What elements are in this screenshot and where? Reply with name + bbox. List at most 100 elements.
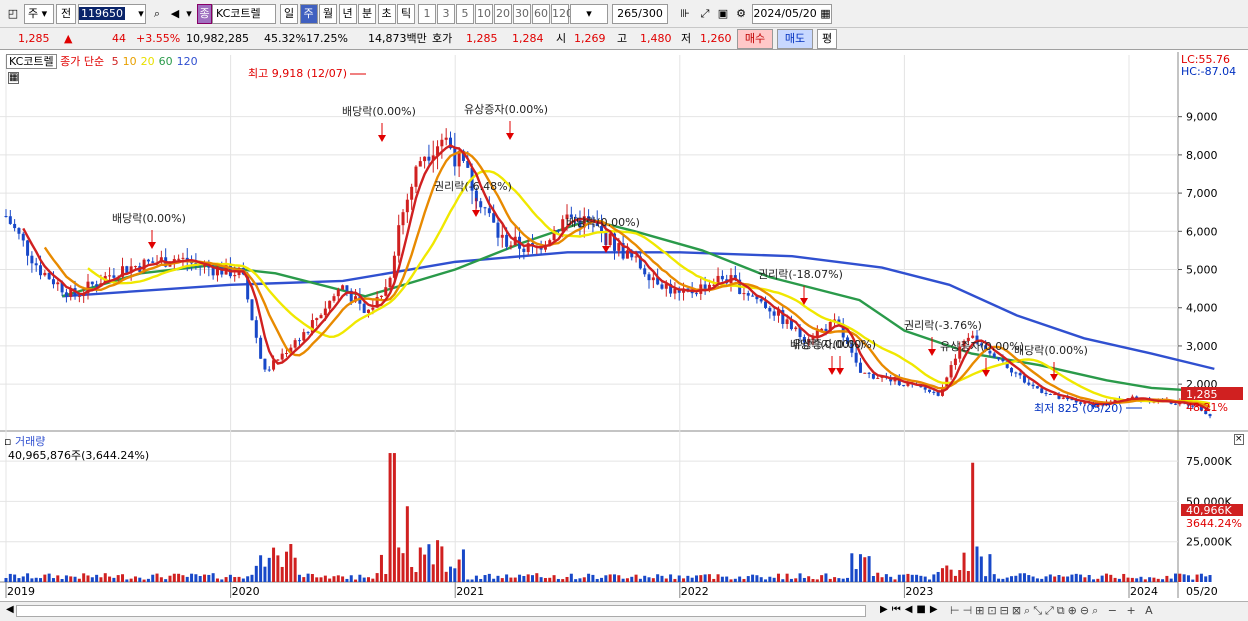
volume-bar (902, 574, 906, 582)
volume-bar (362, 577, 366, 582)
volume-bar (958, 570, 962, 582)
interval-button-2[interactable]: 5 (456, 4, 474, 24)
candle-body (1040, 388, 1044, 393)
scrollbar[interactable] (16, 605, 866, 617)
candle-body (453, 148, 457, 167)
interval-button-1[interactable]: 3 (437, 4, 455, 24)
candle-body (263, 358, 267, 370)
period-button-3[interactable]: 년 (338, 4, 357, 24)
period-input[interactable]: ▾ (570, 4, 608, 24)
volume-bar (889, 576, 893, 582)
volume-bar (280, 566, 284, 582)
volume-bar (846, 577, 850, 582)
volume-bar (828, 578, 832, 582)
volume-bar (552, 575, 556, 582)
up-arrow-icon: ▲ (64, 32, 73, 45)
volume-bar (39, 578, 43, 582)
candle-body (64, 292, 68, 297)
volume-bar (1061, 576, 1065, 582)
volume-bar (436, 540, 440, 582)
interval-button-7[interactable]: 120 (551, 4, 573, 24)
candle-body (56, 282, 60, 285)
eval-button[interactable]: 평 (817, 29, 837, 49)
volume-bar (1152, 577, 1156, 582)
tool-icons[interactable]: ⊢⊣⊞⊡⊟⊠⌕⤡⤢⧉⊕⊖⌕ − + A (950, 604, 1156, 618)
volume-bar (751, 574, 755, 582)
calendar-icon[interactable]: ▦ (8, 72, 20, 84)
candle-body (867, 372, 871, 374)
volume-bar (453, 568, 457, 582)
candle-body (276, 359, 280, 361)
period-button-2[interactable]: 월 (319, 4, 337, 24)
change-pct: +3.55% (136, 32, 181, 45)
dropdown-icon[interactable]: ▾ (180, 4, 198, 24)
volume-bar (285, 551, 289, 582)
period-button-4[interactable]: 분 (358, 4, 376, 24)
playback-controls[interactable]: ▶⏮◀■▶ (880, 604, 942, 615)
volume-bar (604, 575, 608, 582)
volume-bar (233, 577, 237, 582)
close-panel-icon[interactable]: × (1234, 434, 1244, 445)
candle-body (181, 257, 185, 259)
volume-bar (587, 573, 591, 582)
candle-body (505, 234, 509, 247)
volume-bar (673, 578, 677, 582)
volume-bar (530, 575, 534, 582)
stock-name[interactable]: KC코트렐 (212, 4, 276, 24)
candle-body (388, 277, 392, 288)
volume-bar (772, 577, 776, 582)
period-button-0[interactable]: 일 (280, 4, 298, 24)
volume-bar (543, 578, 547, 582)
candle-body (751, 295, 755, 297)
date-input[interactable]: 2024/05/20 ▦ (752, 4, 832, 24)
legend-name[interactable]: KC코트렐 (6, 54, 57, 69)
price-tick-label: 7,000 (1186, 187, 1218, 200)
period-button-1[interactable]: 주 (299, 4, 318, 24)
volume-bar (1182, 574, 1186, 582)
price-tick-label: 9,000 (1186, 111, 1218, 124)
top-toolbar: ◰ 주 ▾ 전 119650 ▾ ⌕ ◀ ▾ 종 KC코트렐 일주월년분초틱 1… (0, 0, 1248, 28)
period-button-5[interactable]: 초 (377, 4, 396, 24)
candle-body (371, 307, 375, 310)
volume-bar (168, 575, 172, 582)
stock-chart[interactable]: 9,0008,0007,0006,0005,0004,0003,0002,000… (0, 50, 1248, 601)
search-icon[interactable]: ⌕ (148, 4, 166, 24)
interval-button-4[interactable]: 20 (494, 4, 512, 24)
window-icon[interactable]: ◰ (4, 4, 22, 24)
draw-icon[interactable]: ⤢ (696, 4, 714, 24)
save-icon[interactable]: ▣ (714, 4, 732, 24)
volume-bar (858, 554, 862, 582)
candle-body (768, 307, 772, 312)
candle-body (871, 373, 875, 379)
volume-bar (384, 574, 388, 582)
interval-button-5[interactable]: 30 (513, 4, 531, 24)
volume-bar (82, 573, 86, 582)
gear-icon[interactable]: ⚙ (732, 4, 750, 24)
volume-bar (371, 578, 375, 582)
interval-button-0[interactable]: 1 (418, 4, 436, 24)
volume-bar (108, 576, 112, 582)
volume-bar (1079, 574, 1083, 582)
interval-button-6[interactable]: 60 (532, 4, 550, 24)
volume-bar (625, 578, 629, 582)
candle-body (932, 391, 936, 393)
scroll-left-icon[interactable]: ◀ (6, 604, 14, 615)
chart-type-icon[interactable]: ⊪ (676, 4, 694, 24)
candle-body (858, 362, 862, 373)
sell-button[interactable]: 매도 (777, 29, 813, 49)
interval-button-3[interactable]: 10 (475, 4, 493, 24)
candle-body (992, 353, 996, 358)
candle-body (764, 301, 768, 308)
count-field[interactable]: 265/300 (612, 4, 668, 24)
volume-bar (738, 576, 742, 582)
candle-body (479, 201, 483, 208)
buy-button[interactable]: 매수 (737, 29, 773, 49)
prev-button[interactable]: 전 (56, 4, 76, 24)
volume-bar (1117, 578, 1121, 582)
volume-bar (940, 568, 944, 582)
volume-bar (267, 557, 271, 582)
change-value: 44 (112, 32, 126, 45)
period-button-6[interactable]: 틱 (397, 4, 415, 24)
volume-bar (768, 576, 772, 582)
market-select[interactable]: 주 ▾ (24, 4, 54, 24)
